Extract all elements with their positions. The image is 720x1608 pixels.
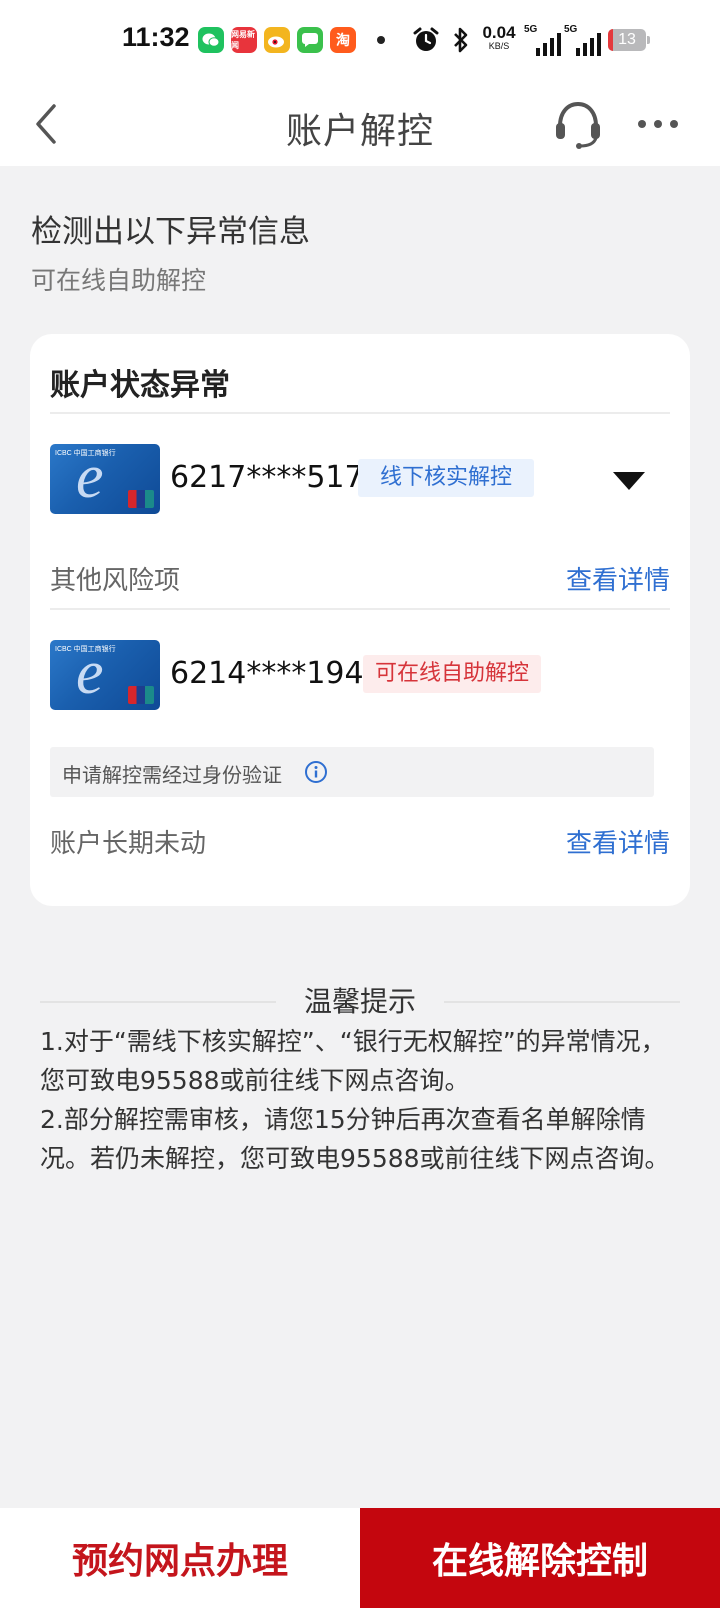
status-time: 11:32 [122,22,190,52]
signal-icon-sim2: 5G [564,24,601,56]
netease-news-icon: 网易新闻 [231,27,257,53]
anomaly-heading: 检测出以下异常信息 [31,214,310,250]
book-branch-button[interactable]: 预约网点办理 [0,1508,360,1608]
bank-card-image: ICBC 中国工商银行 e [50,444,160,514]
network-speed: 0.04 KB/S [478,24,520,51]
bottom-action-bar: 预约网点办理 在线解除控制 [0,1508,720,1608]
account-status-card: 账户状态异常 ICBC 中国工商银行 e 6217****5174 线下核实解控… [30,334,690,906]
messages-icon [297,27,323,53]
taobao-icon-text: 淘 [336,33,350,49]
dormant-account-label: 账户长期未动 [50,829,207,859]
more-notifications-dot [377,36,385,44]
verification-notice-text: 申请解控需经过身份验证 [62,763,282,787]
tips-line-2: 2.部分解控需审核，请您15分钟后再次查看名单解除情况。若仍未解控，您可致电95… [40,1105,670,1173]
other-risk-label: 其他风险项 [50,566,181,596]
tips-content: 1.对于“需线下核实解控”、“银行无权解控”的异常情况，您可致电95588或前往… [40,1022,682,1178]
network-speed-value: 0.04 [482,23,516,42]
netease-icon-text: 网易新闻 [231,30,255,50]
view-details-link[interactable]: 查看详情 [566,560,670,597]
customer-service-icon[interactable] [552,98,604,150]
taobao-icon: 淘 [330,27,356,53]
alarm-icon [413,27,439,51]
caret-down-icon[interactable] [612,470,646,492]
weibo-icon [264,27,290,53]
card-title: 账户状态异常 [50,368,230,403]
more-options-icon[interactable] [636,112,680,136]
status-tag-online: 可在线自助解控 [363,655,542,693]
row-divider [50,608,670,610]
online-unlock-button[interactable]: 在线解除控制 [360,1508,720,1608]
account-number: 6214****1945 [170,656,383,691]
anomaly-subheading: 可在线自助解控 [31,266,207,295]
status-app-icons: 网易新闻 淘 [198,27,385,53]
network-speed-unit: KB/S [488,41,510,51]
unionpay-logo [128,490,154,508]
tips-line-1: 1.对于“需线下核实解控”、“银行无权解控”的异常情况，您可致电95588或前往… [40,1027,666,1095]
bluetooth-icon [454,27,468,53]
wechat-icon [198,27,224,53]
status-tag-offline: 线下核实解控 [358,459,535,497]
nav-bar: 账户解控 [0,82,720,166]
unionpay-logo [128,686,154,704]
battery-level: 13 [618,31,636,48]
status-bar: 11:32 网易新闻 淘 0.04 KB/S 5G 5G 13 [0,0,720,82]
account-number: 6217****5174 [170,460,383,495]
info-icon[interactable] [304,760,328,784]
card-divider [50,412,670,414]
signal-icon-sim1: 5G [524,24,561,56]
battery-tip [647,36,650,44]
verification-notice: 申请解控需经过身份验证 [50,747,654,797]
view-details-link[interactable]: 查看详情 [566,823,670,860]
bank-card-image: ICBC 中国工商银行 e [50,640,160,710]
page-title: 账户解控 [285,111,434,152]
battery-icon: 13 [608,29,646,51]
tips-title: 温馨提示 [303,985,416,1018]
